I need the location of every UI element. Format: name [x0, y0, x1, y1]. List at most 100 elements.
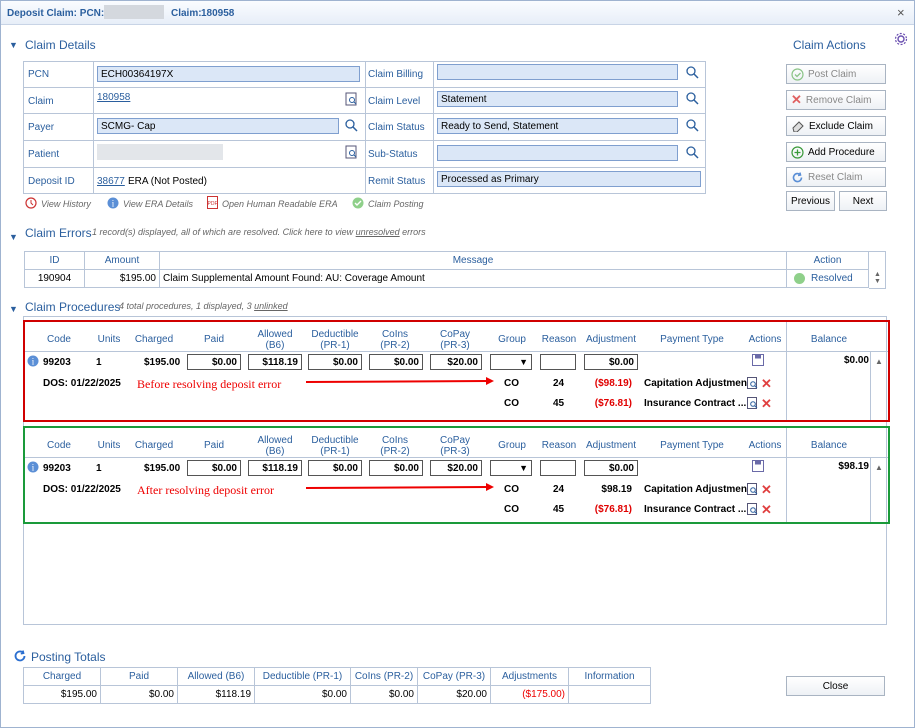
level-search-icon[interactable] [686, 92, 699, 105]
annotation-text: After resolving deposit error [137, 483, 274, 497]
scroll-up-icon[interactable]: ▲ [875, 463, 883, 472]
remit-status-field[interactable]: Processed as Primary [437, 171, 701, 187]
claim-level-field[interactable]: Statement [437, 91, 678, 107]
allowed-input[interactable]: $118.19 [248, 354, 302, 370]
adj-preview-icon[interactable] [747, 483, 759, 496]
delete-x-icon[interactable]: ✕ [761, 376, 772, 392]
save-disk-icon[interactable] [752, 460, 764, 472]
status-search-icon[interactable] [686, 119, 699, 132]
claim-details-heading: Claim Details [25, 38, 96, 52]
next-button[interactable]: Next [839, 191, 887, 211]
sub-status-field[interactable] [437, 145, 678, 161]
pcn-label: PCN [28, 69, 50, 80]
scroll-up-icon[interactable]: ▲ [875, 357, 883, 366]
payer-field[interactable]: SCMG- Cap [97, 118, 339, 134]
previous-button[interactable]: Previous [786, 191, 835, 211]
deposit-id-link[interactable]: 38677 [97, 176, 125, 187]
reset-claim-button[interactable]: Reset Claim [786, 167, 886, 187]
paid-input[interactable]: $0.00 [187, 460, 241, 476]
procedure-info-icon[interactable]: i [27, 461, 39, 473]
deductible-input[interactable]: $0.00 [308, 354, 362, 370]
add-procedure-button[interactable]: Add Procedure [786, 142, 886, 162]
procedure-dos: DOS: 01/22/2025 [43, 484, 121, 495]
reason-input[interactable] [540, 354, 576, 370]
hdr-coins: CoIns (PR-2) [380, 329, 410, 351]
open-human-readable-era-link[interactable]: Open Human Readable ERA [222, 199, 338, 209]
payer-search-icon[interactable] [345, 119, 358, 132]
copay-input[interactable]: $20.00 [430, 460, 482, 476]
add-plus-icon [791, 145, 804, 159]
claim-link[interactable]: 180958 [97, 92, 130, 103]
coins-input[interactable]: $0.00 [369, 354, 423, 370]
hdr-units: Units [97, 334, 121, 345]
error-action[interactable]: Resolved [786, 269, 869, 288]
adj-preview-icon[interactable] [747, 377, 759, 390]
adjustment-input[interactable]: $0.00 [584, 460, 638, 476]
claim-posting-link[interactable]: Claim Posting [368, 199, 424, 209]
totals-deductible: $0.00 [254, 685, 351, 704]
delete-x-icon[interactable]: ✕ [761, 502, 772, 518]
patient-redacted [97, 144, 223, 160]
patient-preview-icon[interactable] [345, 145, 358, 159]
adj-preview-icon[interactable] [747, 503, 759, 516]
remove-claim-button[interactable]: ✕ Remove Claim [786, 90, 886, 110]
delete-x-icon[interactable]: ✕ [761, 396, 772, 412]
pdf-icon: PDF [207, 196, 218, 209]
adj-group: CO [504, 398, 519, 409]
billing-search-icon[interactable] [686, 66, 699, 79]
allowed-input[interactable]: $118.19 [248, 460, 302, 476]
title-prefix: Deposit Claim: PCN: [7, 8, 105, 19]
hdr-allowed: Allowed (B6) [257, 435, 293, 457]
paid-input[interactable]: $0.00 [187, 354, 241, 370]
adjustment-input[interactable]: $0.00 [584, 354, 638, 370]
adj-group: CO [504, 504, 519, 515]
delete-x-icon[interactable]: ✕ [761, 482, 772, 498]
claim-preview-icon[interactable] [345, 92, 358, 106]
col-id: ID [24, 251, 85, 270]
view-era-details-link[interactable]: View ERA Details [123, 199, 193, 209]
totals-col-paid: Paid [100, 667, 178, 686]
hdr-actions: Actions [748, 334, 782, 345]
view-history-link[interactable]: View History [41, 199, 91, 209]
group-select[interactable]: ▼ [490, 460, 532, 476]
save-disk-icon[interactable] [752, 354, 764, 366]
close-icon[interactable]: × [897, 5, 905, 20]
info-icon: i [107, 197, 119, 209]
exclude-claim-label: Exclude Claim [809, 120, 873, 132]
table-row: $195.00 $0.00 $118.19 $0.00 $0.00 $20.00… [23, 685, 651, 704]
posting-totals-refresh-icon[interactable] [13, 649, 27, 663]
hdr-coins: CoIns (PR-2) [380, 435, 410, 457]
claim-status-field[interactable]: Ready to Send, Statement [437, 118, 678, 134]
hdr-deductible: Deductible (PR-1) [311, 435, 359, 457]
copay-input[interactable]: $20.00 [430, 354, 482, 370]
errors-scroll-arrows-icon[interactable]: ▲ ▼ [874, 271, 881, 285]
procedure-info-icon[interactable]: i [27, 355, 39, 367]
group-select[interactable]: ▼ [490, 354, 532, 370]
collapse-procedures-icon[interactable]: ▼ [9, 304, 18, 314]
hdr-reason: Reason [541, 334, 577, 345]
deductible-input[interactable]: $0.00 [308, 460, 362, 476]
settings-gear-icon[interactable] [894, 32, 908, 46]
adj-preview-icon[interactable] [747, 397, 759, 410]
reason-input[interactable] [540, 460, 576, 476]
post-claim-button[interactable]: Post Claim [786, 64, 886, 84]
totals-col-allowed: Allowed (B6) [177, 667, 255, 686]
collapse-claim-errors-icon[interactable]: ▼ [9, 232, 18, 242]
col-message: Message [159, 251, 787, 270]
hdr-payment-type: Payment Type [660, 440, 724, 451]
close-button[interactable]: Close [786, 676, 885, 696]
procedure-balance: $0.00 [843, 355, 869, 366]
procedure-charged: $195.00 [144, 357, 181, 368]
substatus-search-icon[interactable] [686, 146, 699, 159]
unresolved-link[interactable]: unresolved [356, 227, 400, 237]
pcn-redacted [104, 5, 164, 19]
hdr-balance: Balance [810, 440, 848, 451]
exclude-claim-button[interactable]: Exclude Claim [786, 116, 886, 136]
coins-input[interactable]: $0.00 [369, 460, 423, 476]
reset-refresh-icon [792, 171, 803, 182]
pcn-field[interactable]: ECH00364197X [97, 66, 360, 82]
hdr-charged: Charged [134, 334, 174, 345]
unlinked-link[interactable]: unlinked [254, 301, 288, 311]
claim-billing-field[interactable] [437, 64, 678, 80]
collapse-claim-details-icon[interactable]: ▼ [9, 40, 18, 50]
